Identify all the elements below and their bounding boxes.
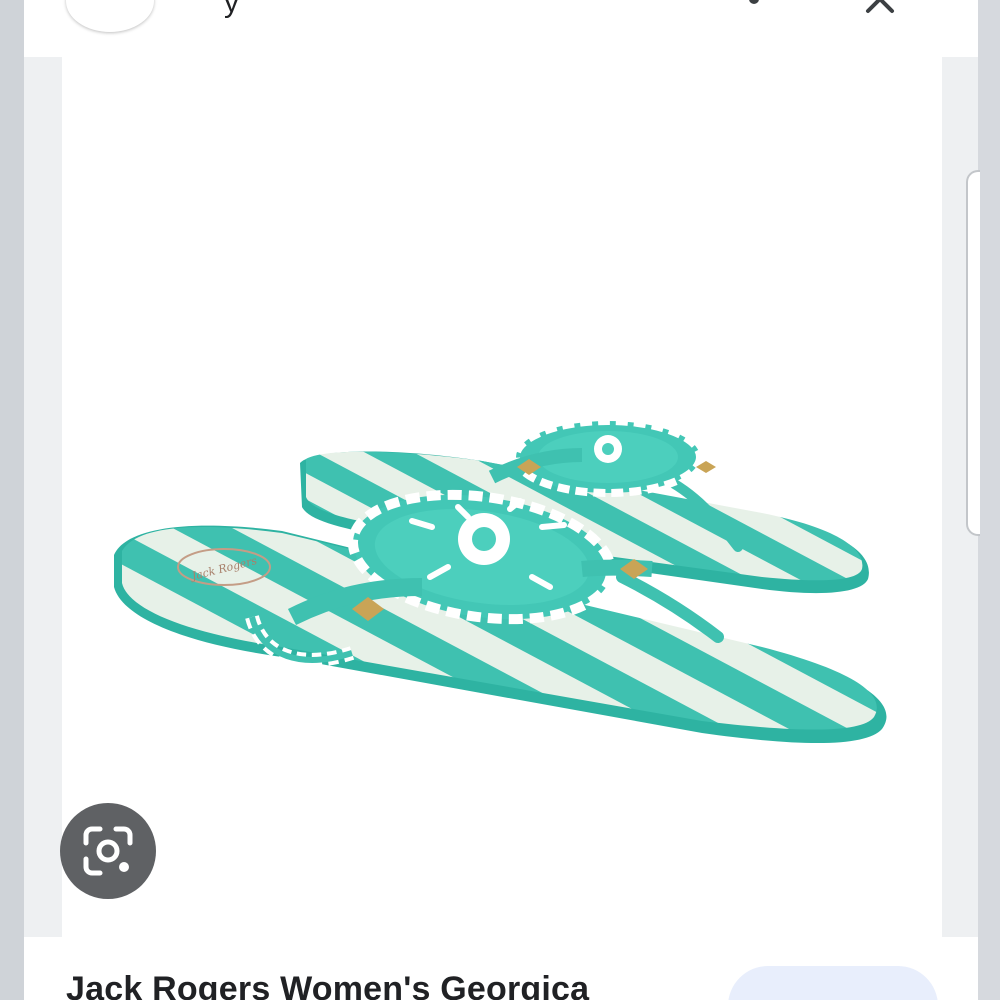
image-viewer: Jack Rogers [24,57,978,937]
google-lens-icon [83,826,133,876]
product-image[interactable]: Jack Rogers [62,57,942,937]
result-sheet: y Jack Rogers Jack Rogers Women's Georgi… [24,0,980,1000]
google-lens-button[interactable] [60,803,156,899]
page-title: y [224,0,239,19]
close-icon[interactable] [860,0,900,12]
product-title[interactable]: Jack Rogers Women's Georgica [66,970,589,1000]
google-shopping-logo[interactable] [66,0,154,32]
sandals-illustration: Jack Rogers [114,417,887,744]
top-bar: y [24,0,978,56]
scroll-handle[interactable] [966,170,980,536]
visit-button[interactable] [728,966,938,1000]
more-vert-icon[interactable] [742,0,766,14]
background-left-edge [0,0,24,1000]
